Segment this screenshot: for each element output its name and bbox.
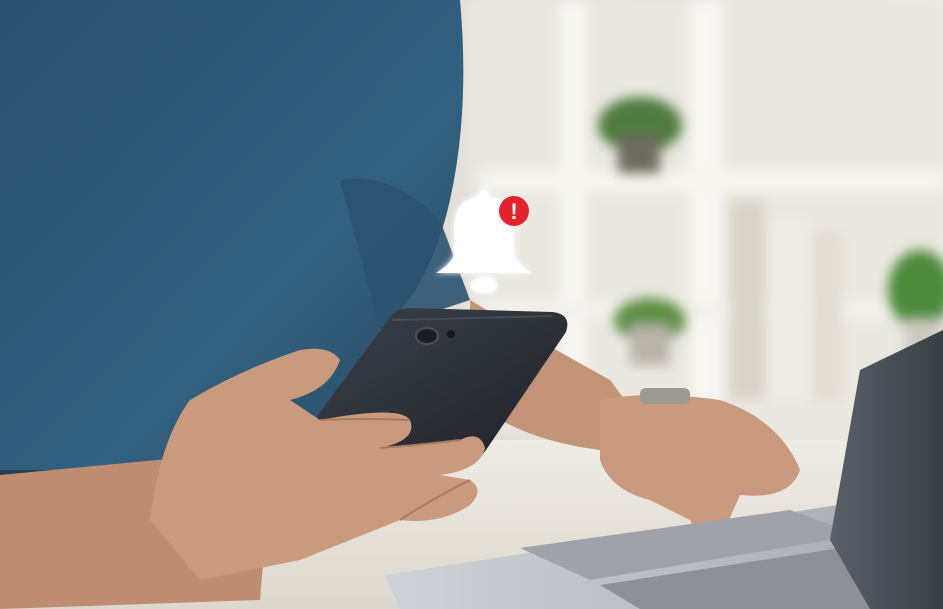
photo-scene	[0, 0, 943, 609]
alert-badge: !	[499, 196, 529, 226]
photo-stage: !	[0, 0, 943, 609]
exclamation-icon: !	[510, 199, 517, 224]
notification-bell: !	[428, 185, 540, 301]
